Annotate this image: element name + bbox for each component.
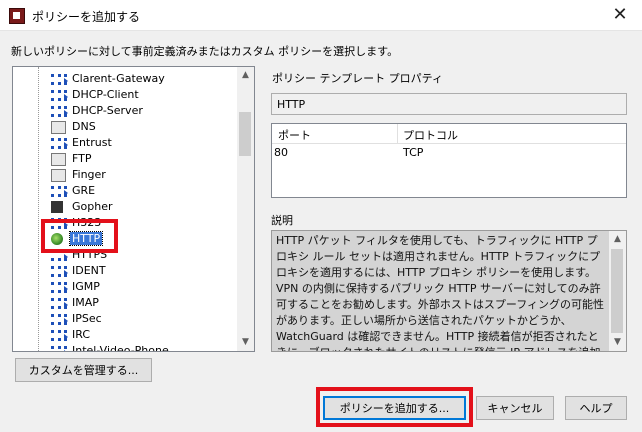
- http-highlight-box: [41, 219, 118, 253]
- policy-arrow-icon: [51, 90, 68, 101]
- list-item-label: Gopher: [72, 200, 113, 213]
- list-item-dns[interactable]: DNS: [13, 119, 239, 135]
- description-text: HTTP パケット フィルタを使用しても、トラフィックに HTTP プロキシ ル…: [276, 234, 605, 351]
- list-item-igmp[interactable]: IGMP: [13, 279, 239, 295]
- description-label: 説明: [271, 214, 293, 227]
- column-header-protocol[interactable]: プロトコル: [403, 127, 458, 143]
- policy-box-icon: [51, 121, 66, 134]
- list-item-label: IMAP: [72, 296, 99, 309]
- list-item-entrust[interactable]: Entrust: [13, 135, 239, 151]
- description-scrollbar[interactable]: ▲ ▼: [609, 231, 626, 351]
- protocol-cell: TCP: [403, 146, 424, 159]
- list-item-label: IRC: [72, 328, 91, 341]
- cancel-button[interactable]: キャンセル: [476, 396, 554, 420]
- list-item-imap[interactable]: IMAP: [13, 295, 239, 311]
- scroll-down-icon[interactable]: ▼: [609, 334, 626, 351]
- scroll-thumb[interactable]: [239, 112, 251, 156]
- policy-box-icon: [51, 169, 66, 182]
- list-item-gopher[interactable]: Gopher: [13, 199, 239, 215]
- policy-arrow-icon: [51, 330, 68, 341]
- policy-arrow-icon: [51, 106, 68, 117]
- list-item-label: DNS: [72, 120, 96, 133]
- list-item-ftp[interactable]: FTP: [13, 151, 239, 167]
- list-item-label: Clarent-Gateway: [72, 72, 165, 85]
- policy-box-icon: [51, 153, 66, 166]
- policy-arrow-icon: [51, 138, 68, 149]
- list-item-ipsec[interactable]: IPSec: [13, 311, 239, 327]
- list-item-dhcp-client[interactable]: DHCP-Client: [13, 87, 239, 103]
- scroll-down-icon[interactable]: ▼: [237, 334, 254, 351]
- help-button[interactable]: ヘルプ: [565, 396, 627, 420]
- policy-arrow-icon: [51, 314, 68, 325]
- policy-dark-icon: [51, 201, 63, 213]
- ports-table: ポート プロトコル 80 TCP: [271, 123, 627, 198]
- list-item-label: Intel-Video-Phone: [72, 344, 169, 352]
- policy-arrow-icon: [51, 298, 68, 309]
- list-item-label: Finger: [72, 168, 106, 181]
- list-item-label: DHCP-Client: [72, 88, 139, 101]
- app-icon: [9, 8, 25, 24]
- policy-name-field: HTTP: [271, 93, 627, 115]
- properties-title: ポリシー テンプレート プロパティ: [272, 72, 444, 85]
- scroll-thumb[interactable]: [611, 249, 623, 333]
- column-header-port[interactable]: ポート: [278, 127, 311, 143]
- policy-list[interactable]: Clarent-Gateway DHCP-Client DHCP-Server DNS…: [12, 66, 255, 352]
- scroll-up-icon[interactable]: ▲: [609, 231, 626, 248]
- list-item-label: FTP: [72, 152, 92, 165]
- list-item-irc[interactable]: IRC: [13, 327, 239, 343]
- close-button[interactable]: ✕: [610, 5, 630, 25]
- list-item-dhcp-server[interactable]: DHCP-Server: [13, 103, 239, 119]
- list-item-label: DHCP-Server: [72, 104, 143, 117]
- list-item-clarent-gateway[interactable]: Clarent-Gateway: [13, 71, 239, 87]
- list-item-label: GRE: [72, 184, 96, 197]
- port-cell: 80: [274, 146, 288, 159]
- list-item-gre[interactable]: GRE: [13, 183, 239, 199]
- list-item-ident[interactable]: IDENT: [13, 263, 239, 279]
- policy-list-scrollbar[interactable]: ▲ ▼: [237, 67, 254, 351]
- policy-arrow-icon: [51, 186, 68, 197]
- ports-table-header: ポート プロトコル: [272, 124, 626, 144]
- list-item-label: IGMP: [72, 280, 100, 293]
- title-bar: ポリシーを追加する ✕: [0, 0, 642, 31]
- scroll-up-icon[interactable]: ▲: [237, 67, 254, 84]
- instructions-text: 新しいポリシーに対して事前定義済みまたはカスタム ポリシーを選択します。: [11, 45, 399, 58]
- policy-arrow-icon: [51, 74, 68, 85]
- policy-arrow-icon: [51, 346, 68, 351]
- list-item-intel-video-phone[interactable]: Intel-Video-Phone: [13, 343, 239, 352]
- add-policy-highlight-box: [316, 387, 473, 427]
- window-title: ポリシーを追加する: [32, 10, 141, 24]
- list-item-label: IDENT: [72, 264, 106, 277]
- list-item-finger[interactable]: Finger: [13, 167, 239, 183]
- description-box: HTTP パケット フィルタを使用しても、トラフィックに HTTP プロキシ ル…: [271, 230, 627, 352]
- manage-custom-button[interactable]: カスタムを管理する...: [15, 358, 152, 382]
- list-item-label: Entrust: [72, 136, 112, 149]
- policy-arrow-icon: [51, 282, 68, 293]
- list-item-label: IPSec: [72, 312, 102, 325]
- column-divider: [397, 124, 398, 143]
- policy-arrow-icon: [51, 266, 68, 277]
